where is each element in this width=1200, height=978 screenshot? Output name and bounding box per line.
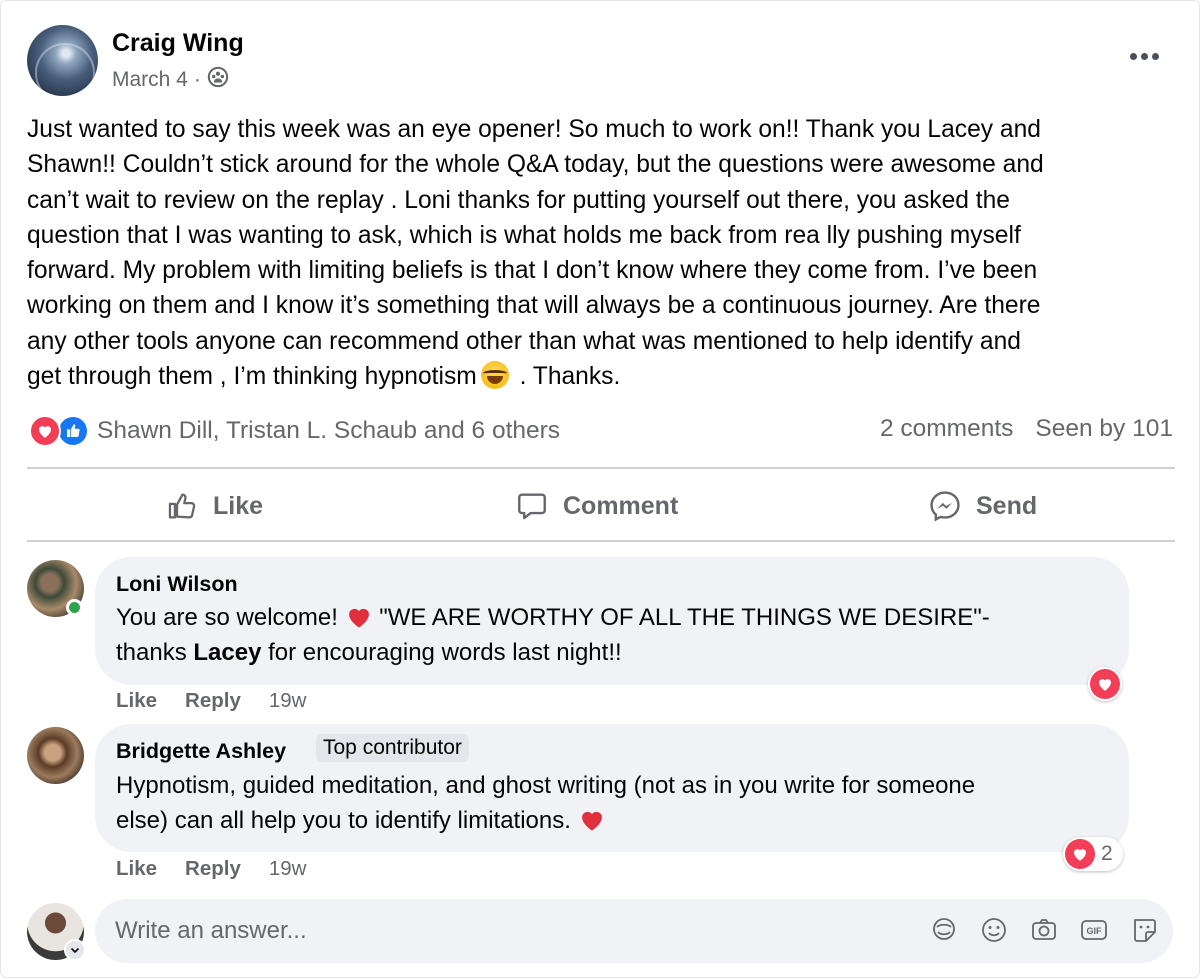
svg-text:GIF: GIF [1087,926,1103,936]
red-heart-emoji-icon [348,608,369,628]
comment-actions: Like Reply 19w [116,857,306,881]
post-body: Just wanted to say this week was an eye … [27,112,1187,394]
love-reaction-icon [1090,669,1120,699]
post-line: any other tools anyone can recommend oth… [27,327,1021,355]
comment-timestamp[interactable]: 19w [269,857,307,881]
reaction-count: 2 [1101,842,1113,865]
comment-text-line: thanks Lacey for encouraging words last … [116,635,622,671]
commenter-name[interactable]: Bridgette Ashley [116,739,286,764]
author-avatar[interactable] [27,25,98,96]
seen-by-count[interactable]: Seen by 101 [1035,415,1173,443]
gif-icon[interactable]: GIF [1079,915,1109,945]
post-line: Shawn!! Couldn’t stick around for the wh… [27,151,1044,179]
like-button[interactable]: Like [165,485,263,527]
send-label: Send [976,491,1038,520]
divider [27,540,1175,542]
post-meta: March 4 · [112,66,229,94]
mention-lacey[interactable]: Lacey [193,639,261,666]
comment-like-button[interactable]: Like [116,689,157,713]
emoji-icon[interactable] [979,915,1009,945]
post-line-last-start: get through them , I’m thinking hypnotis… [27,363,477,391]
like-reaction-icon [57,415,89,447]
messenger-icon [930,491,960,522]
answer-input[interactable] [115,899,895,963]
answer-composer: GIF [95,899,1173,963]
post-date[interactable]: March 4 [112,68,188,92]
send-button[interactable]: Send [928,485,1037,527]
like-label: Like [213,491,264,520]
comment-reaction-pill[interactable] [1088,667,1122,701]
comment-text-thanks: thanks [116,639,194,666]
comments-count[interactable]: 2 comments [880,415,1013,443]
laughing-emoji-icon [480,361,509,390]
chevron-down-icon[interactable] [64,939,86,961]
reaction-names[interactable]: Shawn Dill, Tristan L. Schaub and 6 othe… [97,417,560,445]
comment-text-rest: for encouraging words last night!! [261,639,622,666]
comment-reply-button[interactable]: Reply [185,857,241,881]
sticker-icon[interactable] [1129,915,1159,945]
comment-button[interactable]: Comment [515,485,678,527]
comment-reaction-pill[interactable]: 2 [1063,837,1123,871]
love-reaction-icon [1065,839,1095,869]
comment-like-button[interactable]: Like [116,857,157,881]
meta-separator: · [193,68,201,91]
divider [27,467,1175,469]
avatar-icon[interactable] [929,915,959,945]
comment-label: Comment [563,491,679,520]
post-line: Just wanted to say this week was an eye … [27,116,1041,143]
members-audience-icon [207,66,229,94]
post-line: can’t wait to review on the replay . Lon… [27,186,1010,214]
online-status-indicator [66,599,83,616]
thumbs-up-icon [168,493,196,519]
commenter-name[interactable]: Loni Wilson [116,572,238,597]
commenter-avatar[interactable] [27,727,84,784]
reactions-summary[interactable]: Shawn Dill, Tristan L. Schaub and 6 othe… [29,415,560,447]
post-line: working on them and I know it’s somethin… [27,292,1041,320]
comment-text-line: else) can all help you to identify limit… [116,803,606,839]
comment-icon [518,493,546,520]
author-name[interactable]: Craig Wing [112,29,244,58]
post-line-last-end: . Thanks. [512,363,621,391]
top-contributor-badge[interactable]: Top contributor [316,734,469,762]
comment-text-quote: "WE ARE WORTHY OF ALL THE THINGS WE DESI… [379,604,990,631]
comment-text-end: else) can all help you to identify limit… [116,807,571,834]
more-options-icon[interactable] [1125,43,1163,69]
comment-text-start: You are so welcome! [116,604,338,631]
comment-reply-button[interactable]: Reply [185,689,241,713]
post-stats: 2 comments Seen by 101 [880,415,1173,443]
post-card: Craig Wing March 4 · Just wanted to say … [0,0,1200,978]
comment-text-line: Hypnotism, guided meditation, and ghost … [116,772,976,799]
comment-actions: Like Reply 19w [116,689,306,713]
love-reaction-icon [29,415,61,447]
post-line-last: get through them , I’m thinking hypnotis… [27,359,1187,394]
camera-icon[interactable] [1029,915,1059,945]
post-line: forward. My problem with limiting belief… [27,257,1038,285]
red-heart-emoji-icon [581,811,602,831]
comment-text-line: You are so welcome! "WE ARE WORTHY OF AL… [116,600,990,636]
post-line: question that I was wanting to ask, whic… [27,221,1021,249]
comment-timestamp[interactable]: 19w [269,689,307,713]
